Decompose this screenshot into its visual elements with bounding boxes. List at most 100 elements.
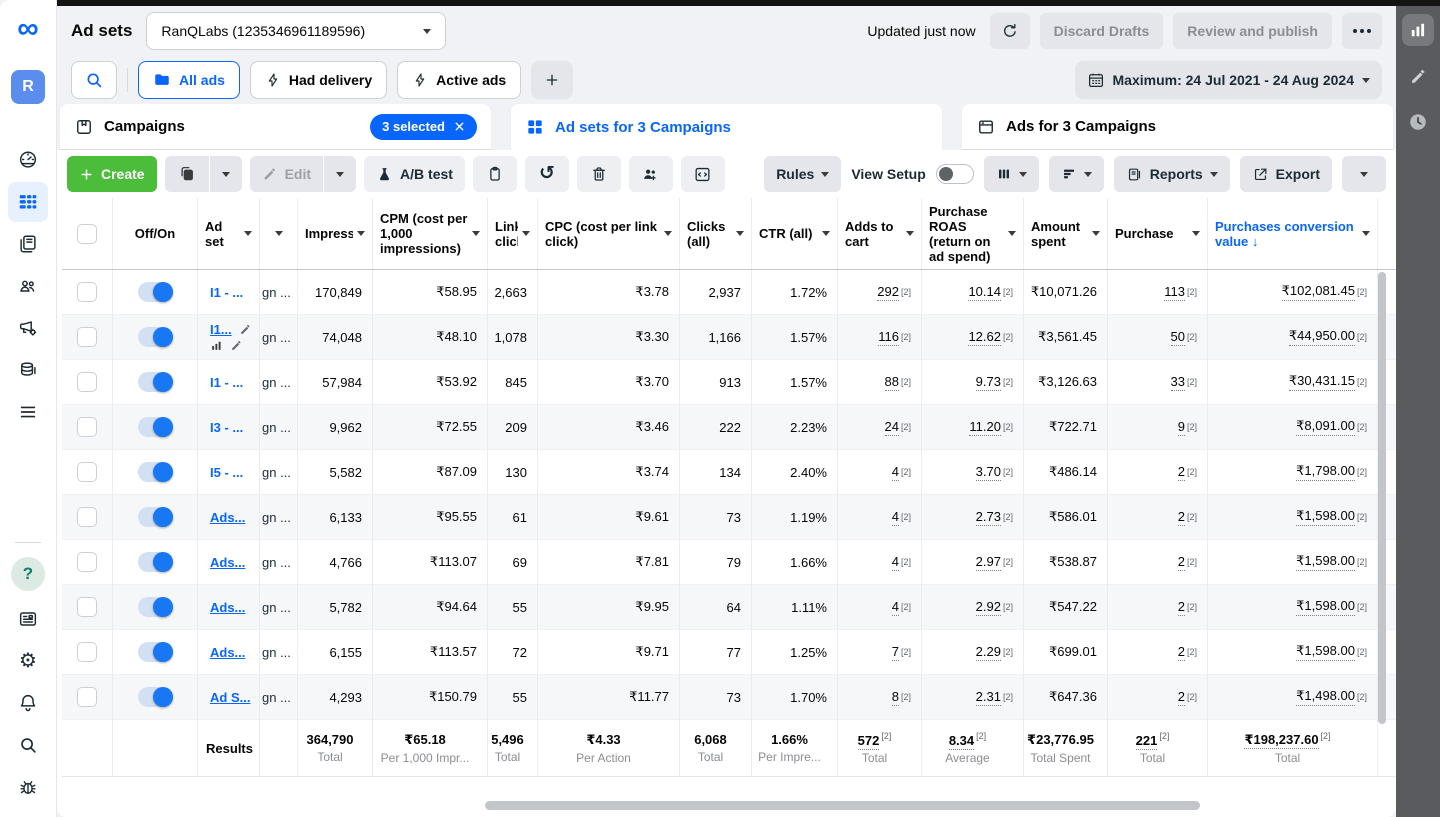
breakdown-button[interactable] [1049,156,1104,192]
row-checkbox[interactable] [77,597,97,617]
col-header-cpm[interactable]: CPM (cost per 1,000 impressions) [373,198,488,269]
rules-button[interactable]: Rules [764,156,841,192]
columns-button[interactable] [984,156,1039,192]
row-checkbox[interactable] [77,642,97,662]
ad-set-link[interactable]: I3 - ... [210,420,243,435]
off-on-toggle[interactable] [138,687,173,707]
off-on-toggle[interactable] [138,597,173,617]
sidebar-item-whats-new[interactable] [8,599,48,639]
close-icon[interactable] [454,121,465,132]
ab-test-button[interactable]: A/B test [364,156,465,192]
filter-chip-had-delivery[interactable]: Had delivery [250,61,387,99]
undo-button[interactable]: ↺ [525,156,569,192]
tab-ads[interactable]: Ads for 3 Campaigns [962,104,1393,150]
row-checkbox[interactable] [77,462,97,482]
horizontal-scrollbar-thumb[interactable] [485,801,1200,810]
view-charts-icon[interactable] [210,339,223,352]
off-on-toggle[interactable] [138,327,173,347]
ad-set-link[interactable]: I1 - ... [210,285,243,300]
delete-button[interactable] [577,156,621,192]
off-on-toggle[interactable] [138,507,173,527]
search-filter-button[interactable] [71,61,117,99]
ad-set-link[interactable]: Ad S... [210,690,250,705]
ad-set-link[interactable]: Ads... [210,645,245,660]
ad-set-link[interactable]: I5 - ... [210,465,243,480]
edit-panel-button[interactable] [1402,60,1434,92]
pencil-icon[interactable] [230,339,243,352]
filter-chip-all-ads[interactable]: All ads [138,61,240,99]
account-avatar[interactable]: R [11,70,45,104]
sidebar-item-all-tools[interactable] [8,392,48,432]
vertical-scrollbar[interactable] [1378,272,1386,724]
insights-chart-button[interactable] [1402,14,1434,46]
sidebar-item-billing[interactable] [8,350,48,390]
ad-set-link[interactable]: Ads... [210,600,245,615]
ad-set-link[interactable]: Ads... [210,510,245,525]
help-button[interactable]: ? [11,557,45,591]
col-header-ad-set[interactable]: Ad set [198,198,260,269]
col-header-link-clicks[interactable]: Link clicks [488,198,538,269]
assign-people-button[interactable] [629,156,673,192]
duplicate-button[interactable] [165,156,209,192]
account-selector[interactable]: RanQLabs (1235346961189596) [146,12,446,50]
ad-set-link[interactable]: I1... [210,322,232,337]
off-on-toggle[interactable] [138,552,173,572]
sidebar-item-ads-reporting[interactable] [8,224,48,264]
edit-button[interactable]: Edit [250,156,323,192]
col-header-impressions[interactable]: Impressions [298,198,373,269]
discard-drafts-button[interactable]: Discard Drafts [1040,13,1164,49]
row-checkbox[interactable] [77,372,97,392]
col-header-purchase-roas[interactable]: Purchase ROAS (return on ad spend) [922,198,1024,269]
sidebar-item-notifications[interactable] [8,683,48,723]
view-setup-toggle[interactable] [936,164,974,184]
sidebar-item-report-bug[interactable] [8,767,48,807]
col-header-purchases-conversion-value[interactable]: Purchases conversion value ↓ [1208,198,1378,269]
col-header-cpc[interactable]: CPC (cost per link click) [538,198,680,269]
sidebar-item-search[interactable] [8,725,48,765]
reports-button[interactable]: Reports [1114,156,1230,192]
refresh-button[interactable] [990,13,1030,49]
edit-dropdown-button[interactable] [324,156,356,192]
history-button[interactable] [1402,106,1434,138]
export-dropdown-button[interactable] [1342,156,1386,192]
col-header-campaign[interactable] [260,198,298,269]
review-and-publish-button[interactable]: Review and publish [1173,13,1332,49]
off-on-toggle[interactable] [138,372,173,392]
duplicate-dropdown-button[interactable] [210,156,242,192]
row-checkbox[interactable] [77,507,97,527]
sidebar-item-account-overview[interactable] [8,140,48,180]
off-on-toggle[interactable] [138,282,173,302]
sidebar-item-advertising-settings[interactable] [8,308,48,348]
off-on-toggle[interactable] [138,462,173,482]
col-header-ctr-all[interactable]: CTR (all) [752,198,838,269]
col-header-amount-spent[interactable]: Amount spent [1024,198,1108,269]
sidebar-item-audiences[interactable] [8,266,48,306]
col-header-purchase[interactable]: Purchase [1108,198,1208,269]
sidebar-item-settings[interactable]: ⚙ [8,641,48,681]
row-checkbox[interactable] [77,327,97,347]
col-header-select[interactable] [62,198,113,269]
preview-frame-button[interactable] [681,156,725,192]
row-checkbox[interactable] [77,282,97,302]
paste-button[interactable] [473,156,517,192]
col-header-off-on[interactable]: Off/On [113,198,198,269]
row-checkbox[interactable] [77,687,97,707]
col-header-clicks-all[interactable]: Clicks (all) [680,198,752,269]
filter-chip-active-ads[interactable]: Active ads [397,61,521,99]
tab-campaigns[interactable]: Campaigns 3 selected [60,104,491,150]
ad-set-link[interactable]: I1 - ... [210,375,243,390]
off-on-toggle[interactable] [138,642,173,662]
off-on-toggle[interactable] [138,417,173,437]
selected-count-badge[interactable]: 3 selected [370,114,477,140]
select-all-checkbox[interactable] [77,224,97,244]
add-filter-button[interactable] [531,61,573,99]
tab-ad-sets[interactable]: Ad sets for 3 Campaigns [511,104,942,150]
create-button[interactable]: Create [67,156,157,192]
pencil-icon[interactable] [239,323,252,336]
more-options-button[interactable] [1342,13,1382,49]
date-range-selector[interactable]: Maximum: 24 Jul 2021 - 24 Aug 2024 [1075,61,1382,99]
export-button[interactable]: Export [1240,156,1332,192]
row-checkbox[interactable] [77,552,97,572]
ad-set-link[interactable]: Ads... [210,555,245,570]
row-checkbox[interactable] [77,417,97,437]
